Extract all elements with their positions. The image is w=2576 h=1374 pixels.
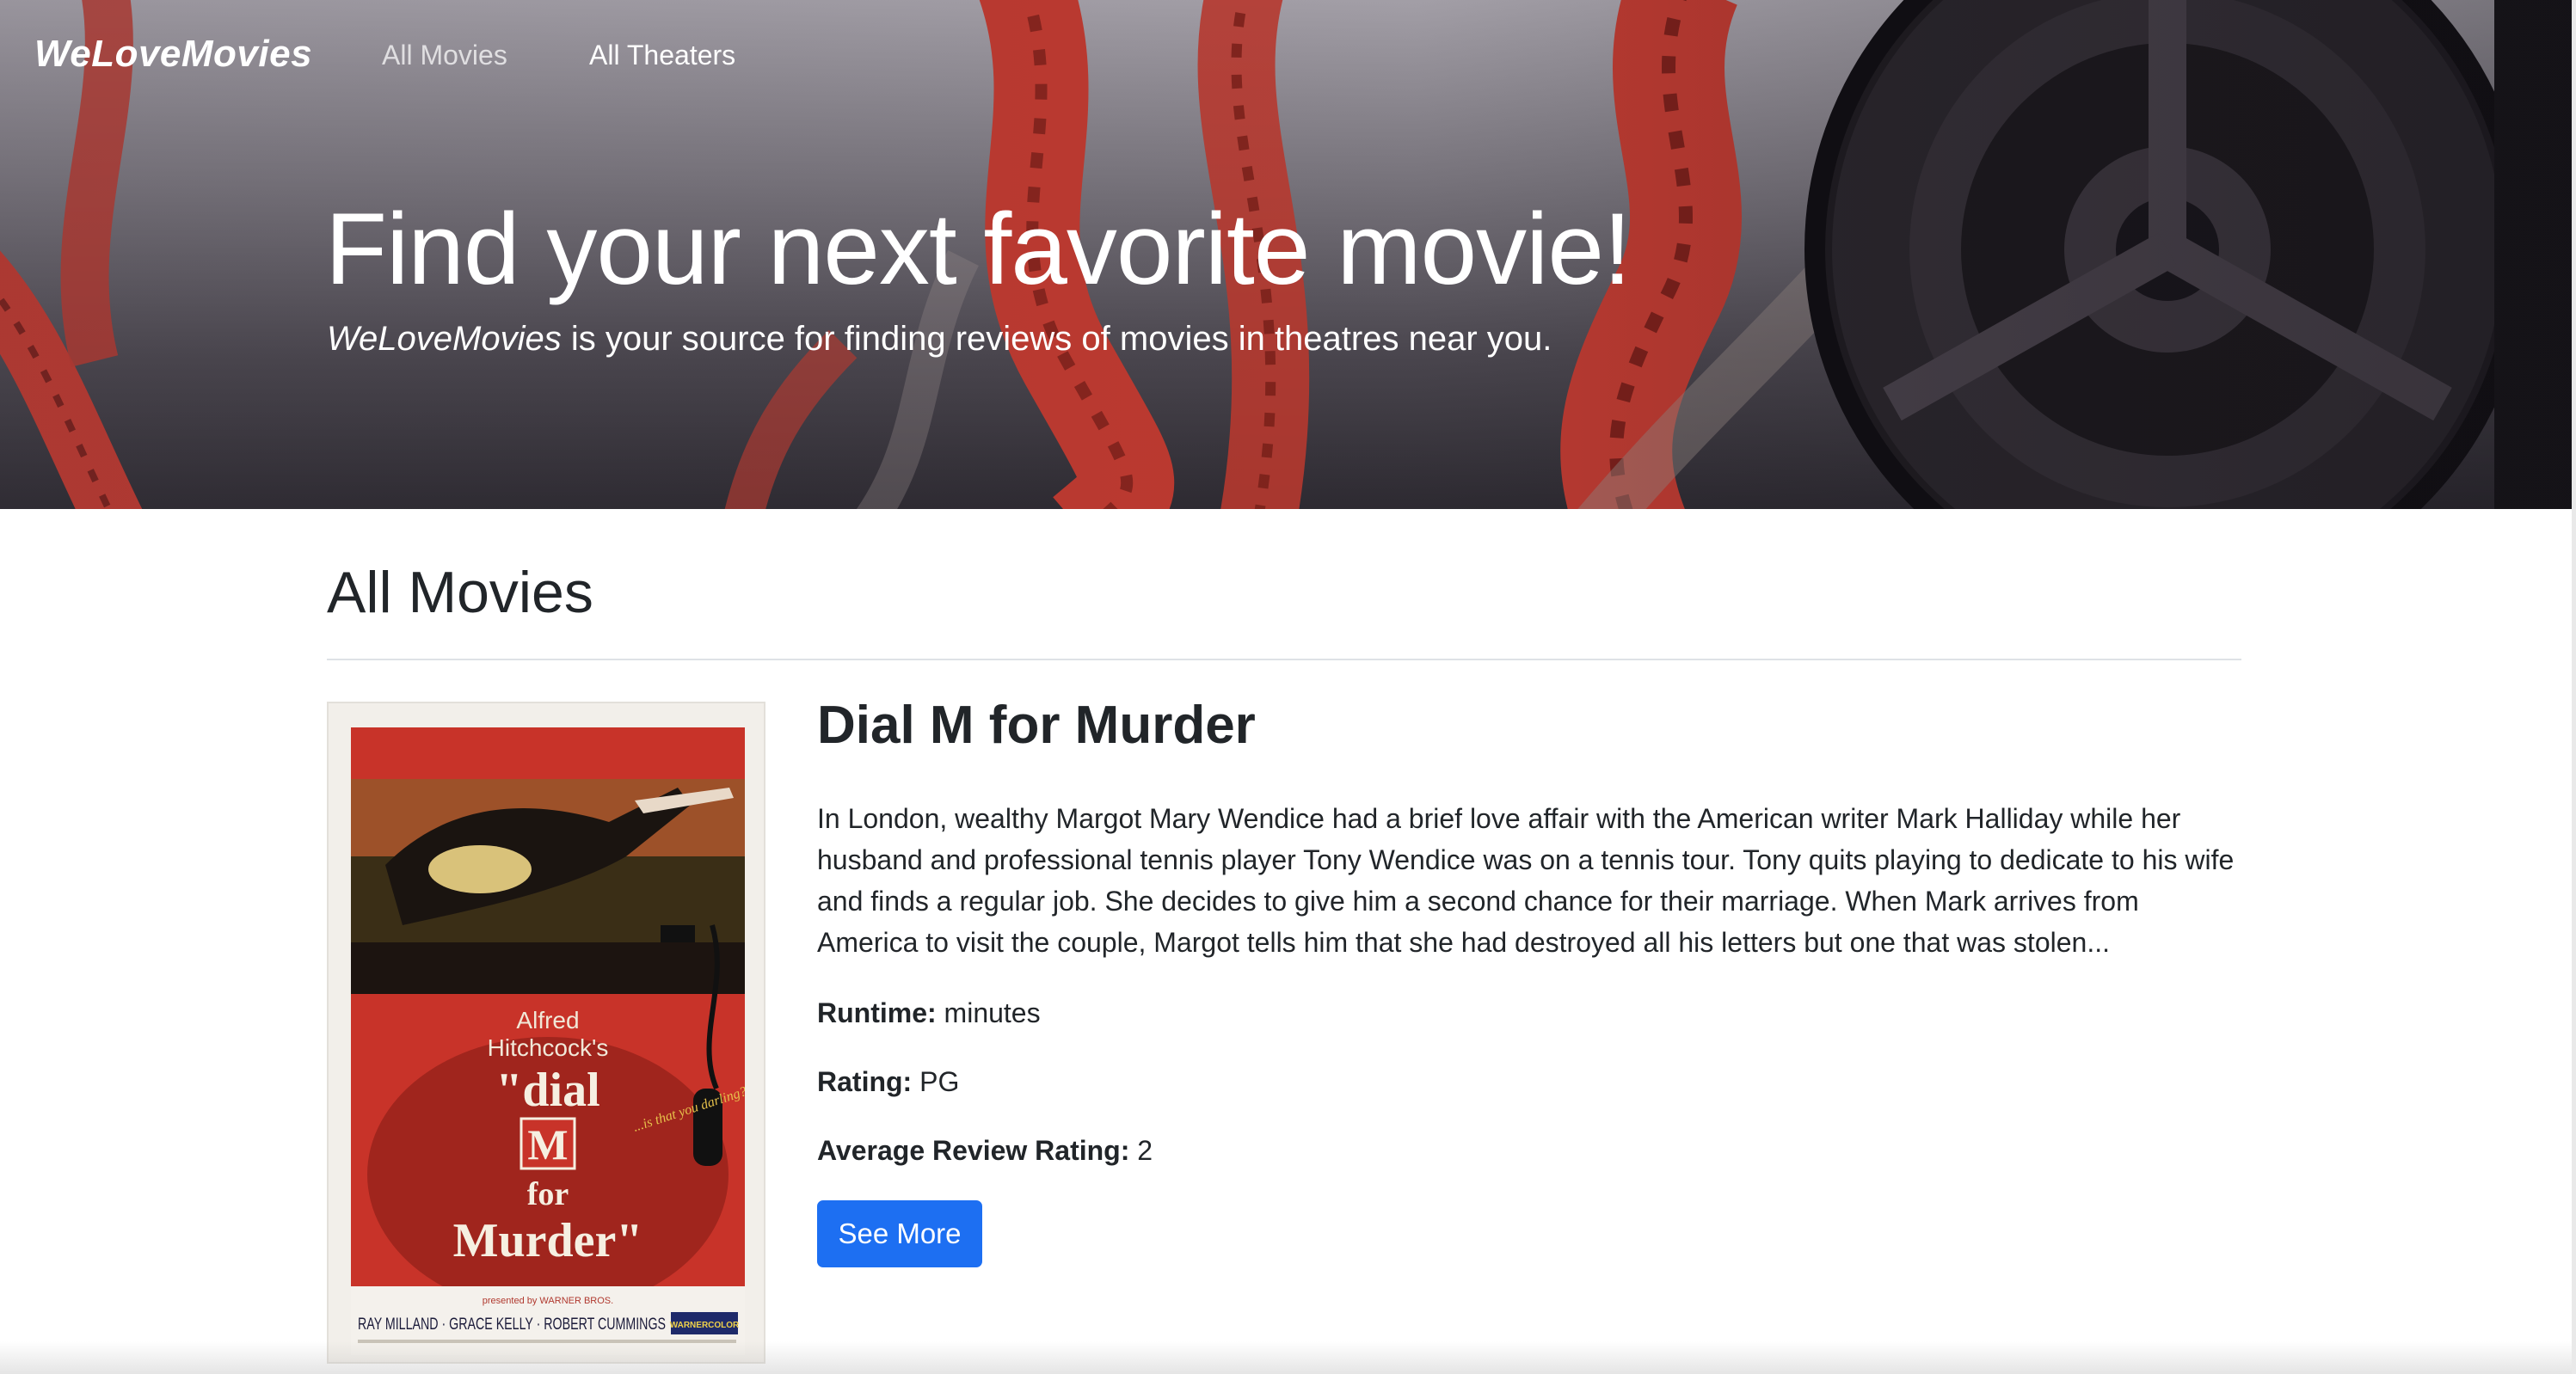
- poster-line-1: Alfred: [516, 1007, 579, 1034]
- hero-subtitle-text: is your source for finding reviews of mo…: [561, 320, 1552, 358]
- poster-word-dial: "dial: [495, 1064, 599, 1117]
- hero-subtitle-brand: WeLoveMovies: [327, 320, 562, 358]
- runtime-value: minutes: [936, 997, 1041, 1028]
- brand-logo-link[interactable]: WeLoveMovies: [34, 33, 312, 76]
- rating-value: PG: [912, 1066, 960, 1097]
- nav-link-all-theaters[interactable]: All Theaters: [589, 40, 735, 71]
- movie-average-review-rating: Average Review Rating: 2: [817, 1135, 1153, 1167]
- movie-poster-image: Alfred Hitchcock's "dial M for Murder" .…: [351, 727, 745, 1355]
- hero-subtitle: WeLoveMovies is your source for finding …: [327, 320, 1552, 359]
- section-divider: [327, 659, 2241, 660]
- hero-title: Find your next favorite movie!: [325, 193, 1632, 306]
- poster-word-m: M: [527, 1120, 568, 1169]
- movie-title: Dial M for Murder: [817, 696, 1256, 755]
- runtime-label: Runtime:: [817, 997, 937, 1028]
- section-title-all-movies: All Movies: [327, 560, 593, 625]
- scrollbar-track[interactable]: [2572, 0, 2576, 1374]
- poster-word-murder: Murder": [453, 1214, 643, 1267]
- nav-link-all-movies[interactable]: All Movies: [382, 40, 507, 71]
- scroll-fade-shadow: [0, 1341, 2576, 1374]
- movie-poster-card: Alfred Hitchcock's "dial M for Murder" .…: [327, 702, 765, 1364]
- hero-banner: WeLoveMovies All Movies All Theaters Fin…: [0, 0, 2576, 509]
- see-more-button[interactable]: See More: [817, 1200, 982, 1267]
- poster-badge: WARNERCOLOR: [670, 1321, 740, 1330]
- poster-line-2: Hitchcock's: [488, 1034, 609, 1061]
- top-navbar: WeLoveMovies All Movies All Theaters: [0, 0, 2576, 115]
- movie-rating: Rating: PG: [817, 1066, 959, 1098]
- average-rating-value: 2: [1129, 1135, 1153, 1166]
- movie-description: In London, wealthy Margot Mary Wendice h…: [817, 803, 2235, 958]
- average-rating-label: Average Review Rating:: [817, 1135, 1130, 1166]
- poster-word-for: for: [527, 1176, 569, 1212]
- movie-runtime: Runtime: minutes: [817, 997, 1041, 1029]
- rating-label: Rating:: [817, 1066, 913, 1097]
- poster-presented: presented by WARNER BROS.: [483, 1296, 613, 1306]
- poster-cast: RAY MILLAND · GRACE KELLY · ROBERT CUMMI…: [358, 1316, 666, 1334]
